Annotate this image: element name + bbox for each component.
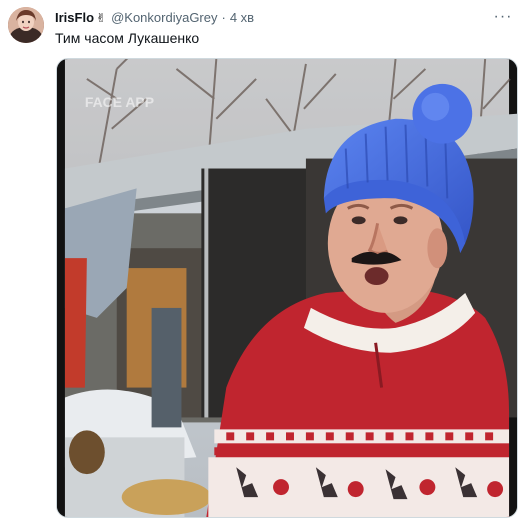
victory-hand-icon: ✌ xyxy=(96,11,107,25)
watermark-text: FACE APP xyxy=(85,94,154,110)
tweet-text: Тим часом Лукашенко xyxy=(55,30,200,46)
more-icon[interactable]: ··· xyxy=(492,6,514,28)
display-name[interactable]: IrisFlo xyxy=(55,9,94,27)
avatar-image xyxy=(8,7,44,43)
tweet-header: IrisFlo ✌ @KonkordiyaGrey · 4 хв xyxy=(55,9,254,27)
timestamp[interactable]: 4 хв xyxy=(230,9,254,27)
media-image: FACE APP xyxy=(57,59,517,517)
tweet-card[interactable]: IrisFlo ✌ @KonkordiyaGrey · 4 хв ··· Тим… xyxy=(0,0,521,525)
tweet-media[interactable]: FACE APP xyxy=(56,58,518,518)
separator-dot: · xyxy=(221,10,226,25)
avatar[interactable] xyxy=(8,7,44,43)
user-handle[interactable]: @KonkordiyaGrey xyxy=(111,9,217,27)
